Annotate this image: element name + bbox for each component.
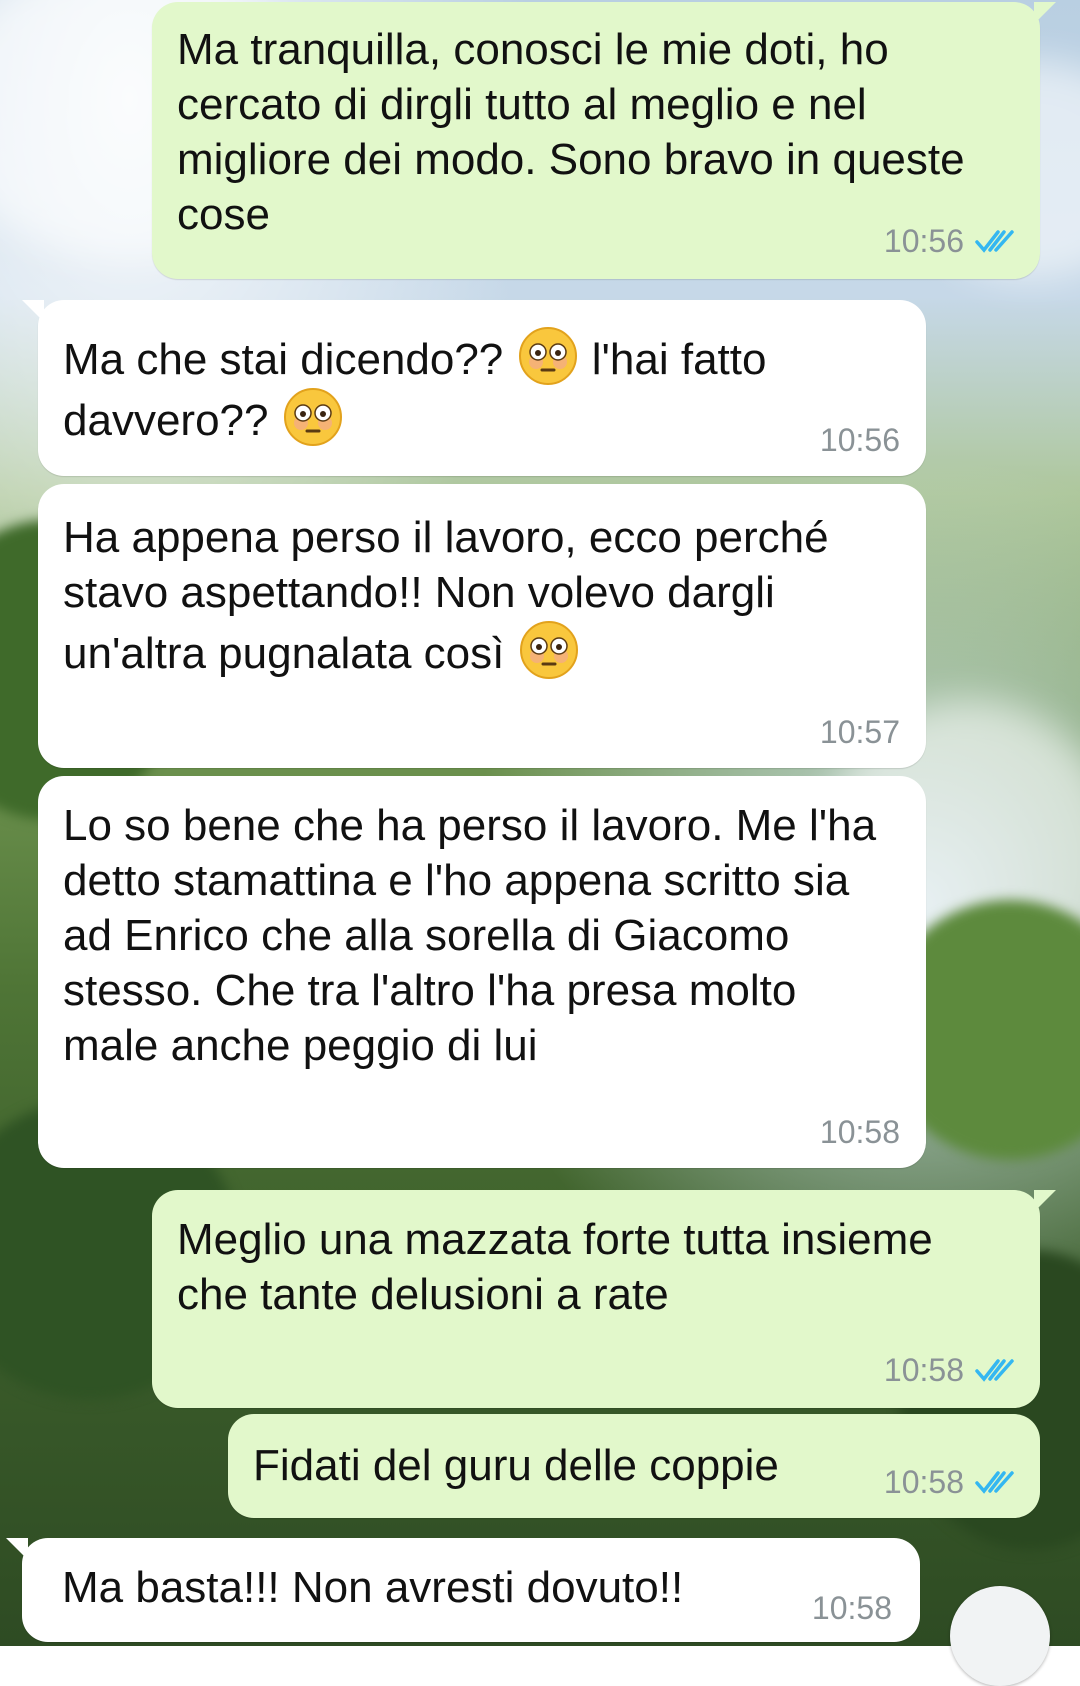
message-text: Ma che stai dicendo?? l'hai fatto davver… [63, 326, 900, 448]
read-ticks-icon [975, 230, 1014, 253]
read-ticks-icon [975, 1471, 1014, 1494]
message-time: 10:56 [883, 223, 964, 259]
message-time: 10:56 [819, 422, 900, 458]
message-time: 10:58 [883, 1464, 964, 1500]
message-text: Ma tranquilla, conosci le mie doti, ho c… [177, 25, 965, 239]
flushed-face-emoji-icon [283, 388, 342, 446]
message-time: 10:57 [819, 714, 900, 750]
message-text: Ma basta!!! Non avresti dovuto!! [62, 1563, 684, 1612]
flushed-face-emoji-icon [518, 327, 577, 385]
incoming-message[interactable]: Lo so bene che ha perso il lavoro. Me l'… [38, 776, 926, 1168]
outgoing-message[interactable]: Ma tranquilla, conosci le mie doti, ho c… [152, 2, 1056, 279]
message-text: Ha appena perso il lavoro, ecco perché s… [63, 513, 829, 679]
scroll-to-bottom-button[interactable] [950, 1586, 1050, 1686]
message-time: 10:58 [819, 1114, 900, 1150]
message-text: Meglio una mazzata forte tutta insieme c… [177, 1215, 933, 1319]
incoming-message[interactable]: Ma che stai dicendo?? l'hai fatto davver… [22, 300, 926, 476]
flushed-face-emoji-icon [519, 621, 578, 679]
outgoing-message[interactable]: Meglio una mazzata forte tutta insieme c… [152, 1190, 1056, 1408]
message-text: Lo so bene che ha perso il lavoro. Me l'… [63, 801, 877, 1070]
message-time: 10:58 [811, 1590, 892, 1626]
message-time: 10:58 [883, 1352, 964, 1388]
read-ticks-icon [975, 1359, 1014, 1382]
outgoing-message[interactable]: Fidati del guru delle coppie 10:58 [228, 1414, 1040, 1518]
incoming-message[interactable]: Ma basta!!! Non avresti dovuto!! 10:58 [6, 1538, 920, 1642]
incoming-message[interactable]: Ha appena perso il lavoro, ecco perché s… [38, 484, 926, 768]
